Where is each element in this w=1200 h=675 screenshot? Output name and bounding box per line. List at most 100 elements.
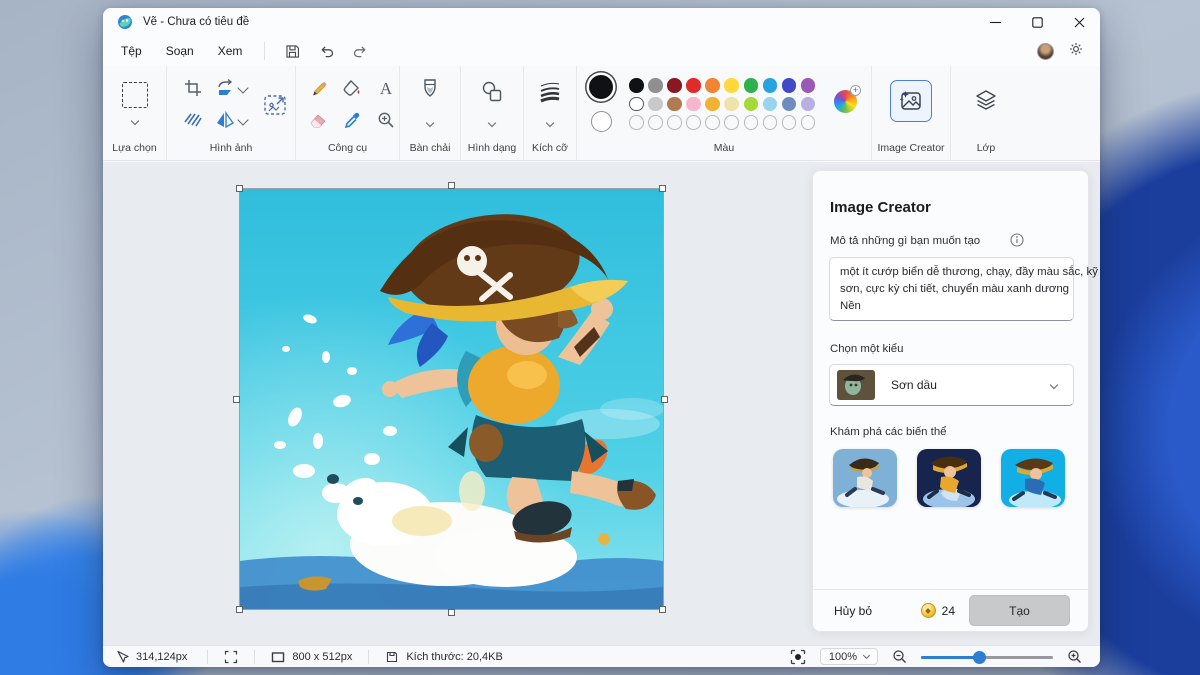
variant-thumbnail-1[interactable] bbox=[833, 449, 897, 507]
zoom-in-icon[interactable] bbox=[1067, 649, 1082, 664]
palette-row-3 bbox=[629, 115, 815, 130]
canvas-image[interactable] bbox=[240, 189, 663, 609]
create-button[interactable]: Tạo bbox=[969, 595, 1070, 626]
color-swatch[interactable] bbox=[705, 97, 720, 112]
handle-mid-left[interactable] bbox=[233, 396, 240, 403]
rotate-chevron-icon[interactable] bbox=[237, 82, 248, 93]
background-color-swatch[interactable] bbox=[591, 111, 612, 132]
color-swatch[interactable] bbox=[686, 97, 701, 112]
color-swatch[interactable] bbox=[744, 78, 759, 93]
zoom-level-dropdown[interactable]: 100% bbox=[820, 648, 878, 665]
color-swatch[interactable] bbox=[724, 78, 739, 93]
empty-color-slot[interactable] bbox=[705, 115, 720, 130]
group-image-creator: Image Creator bbox=[872, 66, 951, 160]
pencil-icon[interactable] bbox=[308, 78, 328, 98]
maximize-button[interactable] bbox=[1016, 8, 1058, 36]
zoom-slider[interactable] bbox=[921, 650, 1053, 664]
image-creator-button[interactable] bbox=[890, 80, 932, 122]
line-size-icon[interactable] bbox=[538, 80, 562, 104]
add-color-plus-icon[interactable]: + bbox=[850, 85, 861, 96]
undo-icon[interactable] bbox=[313, 40, 339, 62]
color-swatch[interactable] bbox=[744, 97, 759, 112]
prompt-input[interactable]: một ít cướp biển dễ thương, chạy, đầy mà… bbox=[829, 257, 1074, 321]
empty-color-slot[interactable] bbox=[648, 115, 663, 130]
redo-icon[interactable] bbox=[347, 40, 373, 62]
color-swatch[interactable] bbox=[629, 78, 644, 93]
flip-chevron-icon[interactable] bbox=[237, 114, 248, 125]
group-size: Kích cỡ bbox=[524, 66, 577, 160]
layers-icon[interactable] bbox=[973, 88, 999, 114]
group-size-label: Kích cỡ bbox=[524, 142, 576, 154]
color-swatch[interactable] bbox=[763, 97, 778, 112]
color-swatch[interactable] bbox=[667, 97, 682, 112]
account-avatar[interactable] bbox=[1037, 43, 1054, 60]
cursor-position-value: 314,124px bbox=[136, 651, 187, 663]
info-icon[interactable] bbox=[1010, 233, 1024, 247]
empty-color-slot[interactable] bbox=[763, 115, 778, 130]
minimize-button[interactable] bbox=[974, 8, 1016, 36]
empty-color-slot[interactable] bbox=[801, 115, 816, 130]
handle-top-left[interactable] bbox=[236, 185, 243, 192]
empty-color-slot[interactable] bbox=[744, 115, 759, 130]
color-swatch[interactable] bbox=[801, 78, 816, 93]
color-swatch[interactable] bbox=[763, 78, 778, 93]
variant-thumbnail-2[interactable] bbox=[917, 449, 981, 507]
color-swatch[interactable] bbox=[801, 97, 816, 112]
style-dropdown[interactable]: Sơn dầu bbox=[829, 364, 1074, 406]
save-icon[interactable] bbox=[279, 40, 305, 62]
zoom-out-icon[interactable] bbox=[892, 649, 907, 664]
color-swatch[interactable] bbox=[686, 78, 701, 93]
empty-color-slot[interactable] bbox=[686, 115, 701, 130]
handle-bottom-left[interactable] bbox=[236, 606, 243, 613]
empty-color-slot[interactable] bbox=[724, 115, 739, 130]
selection-pattern-icon[interactable] bbox=[183, 110, 203, 130]
empty-color-slot[interactable] bbox=[629, 115, 644, 130]
menu-file[interactable]: Tệp bbox=[121, 40, 142, 62]
eyedropper-icon[interactable] bbox=[342, 110, 362, 130]
color-swatch[interactable] bbox=[705, 78, 720, 93]
flip-icon[interactable] bbox=[215, 110, 235, 130]
shapes-icon[interactable] bbox=[480, 80, 504, 104]
size-chevron-icon[interactable] bbox=[546, 119, 554, 127]
rotate-icon[interactable] bbox=[215, 78, 235, 98]
crop-icon[interactable] bbox=[183, 78, 203, 98]
color-swatch[interactable] bbox=[648, 78, 663, 93]
magnifier-icon[interactable] bbox=[376, 110, 396, 130]
svg-text:A: A bbox=[380, 79, 393, 98]
text-tool-icon[interactable]: A bbox=[376, 78, 396, 98]
brushes-chevron-icon[interactable] bbox=[426, 119, 434, 127]
ribbon-toolbar: Lựa chọn Hình ảnh bbox=[103, 66, 1100, 161]
group-image-creator-label: Image Creator bbox=[872, 142, 950, 154]
handle-mid-right[interactable] bbox=[661, 396, 668, 403]
color-swatch[interactable] bbox=[667, 78, 682, 93]
cancel-button[interactable]: Hủy bỏ bbox=[834, 604, 872, 618]
color-swatch[interactable] bbox=[782, 78, 797, 93]
zoom-slider-thumb[interactable] bbox=[973, 651, 986, 664]
foreground-color-swatch[interactable] bbox=[589, 75, 613, 99]
style-label: Chọn một kiểu bbox=[830, 343, 903, 355]
shapes-chevron-icon[interactable] bbox=[488, 119, 496, 127]
settings-gear-icon[interactable] bbox=[1068, 41, 1084, 62]
color-swatch[interactable] bbox=[629, 97, 644, 112]
brush-icon[interactable] bbox=[419, 78, 441, 104]
handle-top-center[interactable] bbox=[448, 182, 455, 189]
selection-tool-icon[interactable] bbox=[122, 82, 148, 108]
menu-edit[interactable]: Soạn bbox=[166, 40, 194, 62]
eraser-icon[interactable] bbox=[308, 110, 328, 130]
group-layers-label: Lớp bbox=[951, 142, 1021, 154]
handle-bottom-right[interactable] bbox=[659, 606, 666, 613]
color-swatch[interactable] bbox=[648, 97, 663, 112]
close-button[interactable] bbox=[1058, 8, 1100, 36]
handle-bottom-center[interactable] bbox=[448, 609, 455, 616]
empty-color-slot[interactable] bbox=[782, 115, 797, 130]
color-swatch[interactable] bbox=[782, 97, 797, 112]
selection-chevron-icon[interactable] bbox=[130, 117, 138, 125]
handle-top-right[interactable] bbox=[659, 185, 666, 192]
resize-image-icon[interactable] bbox=[263, 92, 289, 118]
menu-view[interactable]: Xem bbox=[218, 40, 243, 62]
color-swatch[interactable] bbox=[724, 97, 739, 112]
fit-to-screen-icon[interactable] bbox=[790, 649, 806, 665]
fill-bucket-icon[interactable] bbox=[342, 78, 362, 98]
variant-thumbnail-3[interactable] bbox=[1001, 449, 1065, 507]
empty-color-slot[interactable] bbox=[667, 115, 682, 130]
